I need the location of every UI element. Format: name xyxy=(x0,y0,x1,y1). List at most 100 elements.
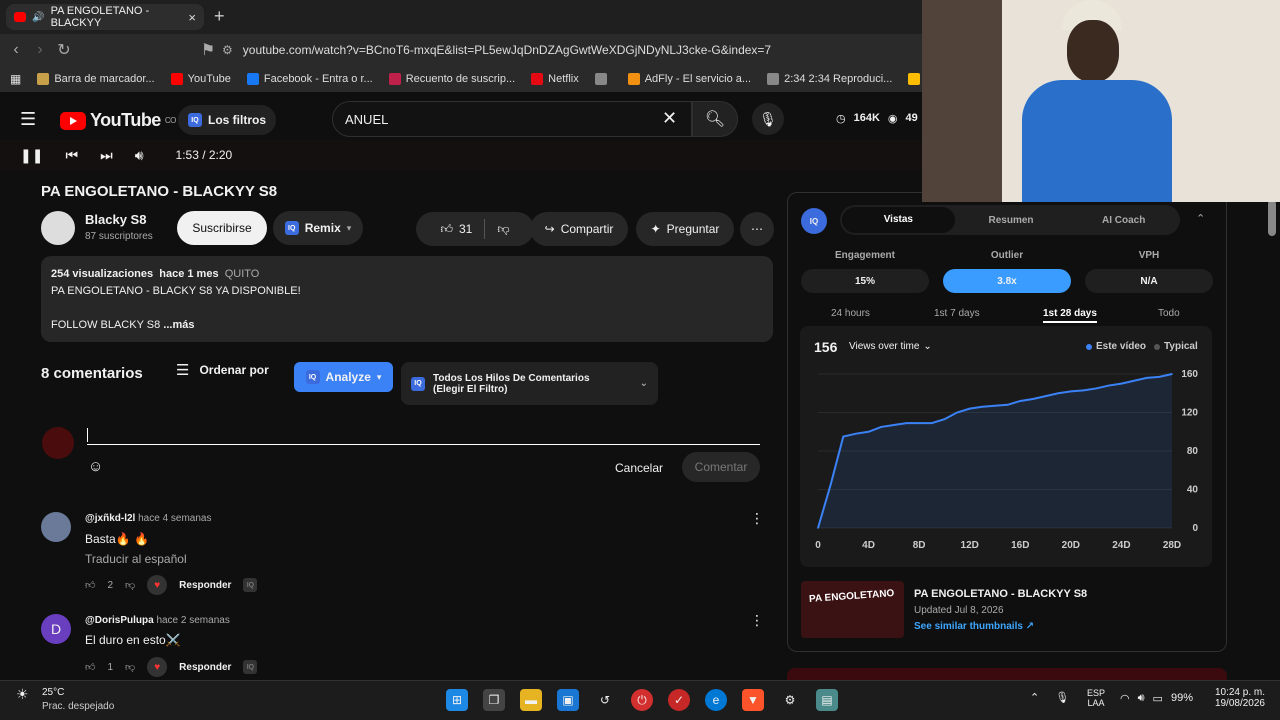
wifi-icon[interactable]: ◠ xyxy=(1120,692,1130,705)
subscribe-button[interactable]: Suscribirse xyxy=(177,211,267,245)
edge-icon[interactable]: e xyxy=(705,689,727,711)
search-input[interactable]: ANUEL xyxy=(332,101,692,137)
ask-button[interactable]: ✦ Preguntar xyxy=(636,212,734,246)
app-icon[interactable]: ↺ xyxy=(594,689,616,711)
bookmark-item[interactable]: 2:34 2:34 Reproduci... xyxy=(767,73,892,85)
volume-icon[interactable]: 🔊︎ xyxy=(135,147,144,164)
range-24h[interactable]: 24 hours xyxy=(831,308,870,319)
comment-author[interactable]: @DorisPulupa hace 2 semanas xyxy=(85,615,230,626)
range-28d[interactable]: 1st 28 days xyxy=(1043,308,1097,323)
translate-link[interactable]: Traducir al español xyxy=(85,552,187,566)
like-icon[interactable]: 👍︎ xyxy=(440,222,453,237)
commenter-avatar[interactable]: D xyxy=(41,614,71,644)
search-button[interactable]: 🔍︎ xyxy=(692,101,738,137)
channel-avatar[interactable] xyxy=(41,211,75,245)
data-point xyxy=(1095,387,1097,390)
bookmark-icon[interactable]: ⚑ xyxy=(196,40,220,60)
related-thumbnail[interactable]: PA ENGOLETANO xyxy=(801,581,904,638)
language-indicator[interactable]: ESP LAA xyxy=(1087,688,1105,708)
desc-more[interactable]: ...más xyxy=(163,319,194,331)
comment-submit-button[interactable]: Comentar xyxy=(682,452,760,482)
close-tab-icon[interactable]: × xyxy=(188,10,196,25)
volume-icon[interactable]: 🔊︎ xyxy=(1138,692,1145,705)
back-icon[interactable]: ‹ xyxy=(4,41,28,59)
comment-author[interactable]: @jxñkd-l2l hace 4 semanas xyxy=(85,513,212,524)
bookmark-item[interactable]: Barra de marcador... xyxy=(37,73,155,85)
bookmark-item[interactable]: Facebook - Entra o r... xyxy=(246,73,373,85)
menu-icon[interactable]: ☰ xyxy=(20,109,36,130)
legend-dot xyxy=(1086,343,1092,350)
site-info-icon[interactable]: ⚙ xyxy=(222,43,233,57)
tab-ai-coach[interactable]: AI Coach xyxy=(1067,215,1180,226)
analyze-button[interactable]: IQ Analyze ▾ xyxy=(294,362,393,392)
app-red2-icon[interactable]: ✓ xyxy=(668,689,690,711)
metric-outlier[interactable]: 3.8x xyxy=(943,269,1071,293)
chevron-up-icon[interactable]: ⌃ xyxy=(1030,691,1039,704)
related-title[interactable]: PA ENGOLETANO - BLACKYY S8 xyxy=(914,588,1087,600)
clock[interactable]: 10:24 p. m. 19/08/2026 xyxy=(1205,687,1265,709)
previous-icon[interactable]: ⏮︎ xyxy=(65,147,78,164)
iq-icon[interactable]: IQ xyxy=(243,578,258,592)
app-teal-icon[interactable]: ▤ xyxy=(816,689,838,711)
task-view-icon[interactable]: ❐ xyxy=(483,689,505,711)
comment-menu-icon[interactable]: ⋮ xyxy=(750,510,764,527)
bookmark-item[interactable]: AdFly - El servicio a... xyxy=(627,73,751,85)
new-tab-icon[interactable]: + xyxy=(214,6,225,27)
file-explorer-icon[interactable]: ▬ xyxy=(520,689,542,711)
iq-icon[interactable]: IQ xyxy=(243,660,258,674)
emoji-icon[interactable]: ☺ xyxy=(88,458,103,475)
cancel-button[interactable]: Cancelar xyxy=(608,455,670,481)
reload-icon[interactable]: ↻ xyxy=(52,40,76,60)
chart-metric-dropdown[interactable]: Views over time ⌄ xyxy=(849,341,932,352)
reply-button[interactable]: Responder xyxy=(179,580,231,591)
threads-filter-select[interactable]: IQ Todos Los Hilos De Comentarios (Elegi… xyxy=(401,362,658,405)
settings-icon[interactable]: ⚙ xyxy=(779,689,801,711)
filters-button[interactable]: IQ Los filtros xyxy=(178,105,277,135)
commenter-avatar[interactable] xyxy=(41,512,71,542)
dislike-icon[interactable]: 👎︎ xyxy=(497,222,509,237)
more-actions-button[interactable]: ⋯ xyxy=(740,212,774,246)
metric-vph[interactable]: N/A xyxy=(1085,269,1213,293)
range-7d[interactable]: 1st 7 days xyxy=(934,308,980,319)
clear-search-icon[interactable]: ✕ xyxy=(662,108,677,129)
pause-icon[interactable]: ❚❚ xyxy=(20,147,43,164)
apps-icon[interactable]: ▦ xyxy=(10,72,21,86)
brave-icon[interactable]: ▼ xyxy=(742,689,764,711)
url-field[interactable]: ⚙ youtube.com/watch?v=BCnoT6-mxqE&list=P… xyxy=(222,40,922,60)
microphone-icon[interactable]: 🎙︎ xyxy=(1055,691,1069,704)
like-icon[interactable]: 👍︎ xyxy=(85,661,95,673)
bookmark-item[interactable] xyxy=(594,73,612,85)
voice-search-button[interactable]: 🎙︎ xyxy=(752,103,784,135)
share-button[interactable]: ↪ Compartir xyxy=(530,212,628,246)
browser-tab[interactable]: 🔊 PA ENGOLETANO - BLACKYY × xyxy=(6,4,204,30)
comment-menu-icon[interactable]: ⋮ xyxy=(750,612,764,629)
channel-name[interactable]: Blacky S8 xyxy=(85,212,146,227)
forward-icon[interactable]: › xyxy=(28,41,52,59)
windows-start-icon[interactable]: ⊞ xyxy=(446,689,468,711)
app-red-icon[interactable]: ⏻ xyxy=(631,689,653,711)
tab-vistas[interactable]: Vistas xyxy=(842,207,955,233)
bookmark-item[interactable]: Recuento de suscrip... xyxy=(388,73,515,85)
next-icon[interactable]: ⏭︎ xyxy=(100,147,113,164)
like-icon[interactable]: 👍︎ xyxy=(85,579,95,591)
dislike-icon[interactable]: 👎︎ xyxy=(125,661,135,673)
range-all[interactable]: Todo xyxy=(1158,308,1180,319)
y-tick-label: 160 xyxy=(1181,369,1198,380)
store-icon[interactable]: ▣ xyxy=(557,689,579,711)
battery-icon[interactable]: ▭ xyxy=(1153,692,1163,705)
similar-thumbnails-link[interactable]: See similar thumbnails ↗ xyxy=(914,621,1034,632)
data-point xyxy=(1120,382,1123,385)
dislike-icon[interactable]: 👎︎ xyxy=(125,579,135,591)
bookmark-item[interactable]: YouTube xyxy=(170,73,231,85)
scrollbar[interactable] xyxy=(1268,200,1276,236)
comment-input[interactable] xyxy=(87,425,760,445)
youtube-logo[interactable]: YouTube CO xyxy=(60,110,176,131)
description-box[interactable]: 254 visualizaciones hace 1 mes QUITO PA … xyxy=(41,256,773,342)
bookmark-item[interactable]: Netflix xyxy=(531,73,579,85)
metric-engagement[interactable]: 15% xyxy=(801,269,929,293)
tab-resumen[interactable]: Resumen xyxy=(955,215,1068,226)
remix-button[interactable]: IQ Remix ▾ xyxy=(273,211,363,245)
collapse-icon[interactable]: ⌃ xyxy=(1196,212,1205,225)
sort-button[interactable]: ☰ Ordenar por xyxy=(176,361,269,379)
reply-button[interactable]: Responder xyxy=(179,662,231,673)
